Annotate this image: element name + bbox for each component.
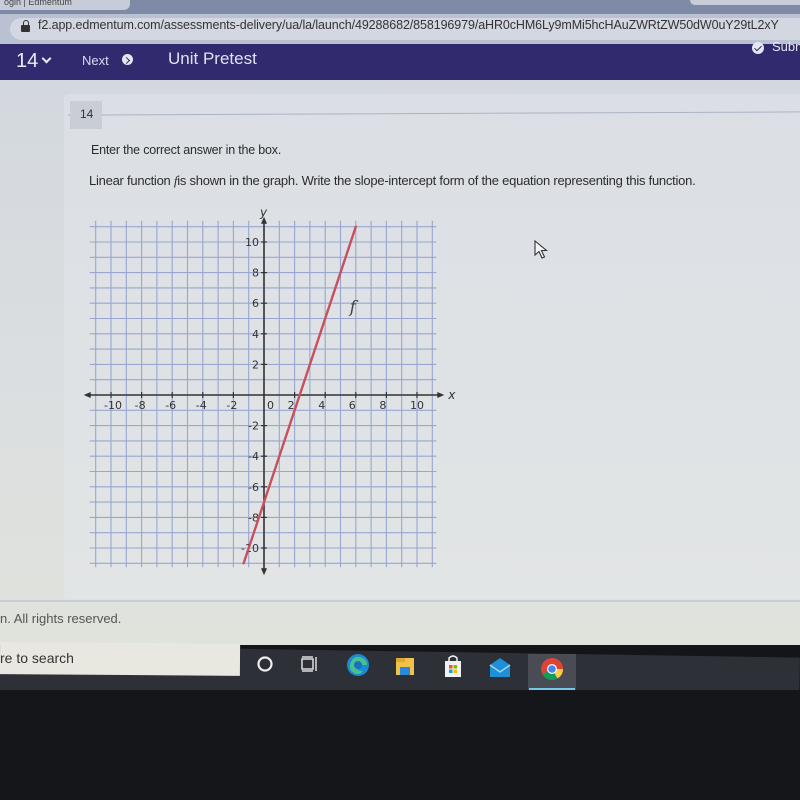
function-label: f <box>348 297 359 317</box>
edge-browser-icon[interactable] <box>345 652 371 678</box>
axes: xy <box>83 208 456 576</box>
submit-button[interactable]: Submit <box>772 39 800 54</box>
y-tick-label: -2 <box>248 420 259 433</box>
x-tick-label: -10 <box>104 399 122 412</box>
y-tick-label: 2 <box>252 358 259 371</box>
lock-icon[interactable] <box>21 20 30 32</box>
instruction-text: Enter the correct answer in the box. <box>91 143 282 157</box>
microsoft-store-icon[interactable] <box>440 653 466 679</box>
y-tick-label: 10 <box>245 236 259 249</box>
mouse-cursor-icon <box>534 240 549 259</box>
task-view-icon[interactable] <box>296 651 322 677</box>
mail-icon[interactable] <box>487 655 513 681</box>
assessment-header: 14 Next Unit Pretest <box>0 44 800 80</box>
next-button[interactable]: Next <box>82 53 109 68</box>
footer-divider <box>0 600 800 602</box>
y-axis-label: y <box>259 208 268 220</box>
x-tick-label: 4 <box>318 399 325 412</box>
browser-tab-right[interactable] <box>690 0 800 5</box>
url-text[interactable]: f2.app.edmentum.com/assessments-delivery… <box>38 18 779 32</box>
file-explorer-icon[interactable] <box>392 653 418 679</box>
page-title: Unit Pretest <box>168 49 257 68</box>
arrow-right-circle-icon[interactable] <box>122 54 133 65</box>
copyright-text: n. All rights reserved. <box>0 611 122 626</box>
x-tick-label: -4 <box>196 399 207 412</box>
question-badge: 14 <box>70 101 102 129</box>
x-axis-arrow-right <box>437 392 445 398</box>
x-tick-label: -8 <box>135 399 146 412</box>
y-axis-arrow-down <box>261 568 267 576</box>
chrome-icon[interactable] <box>539 656 565 682</box>
browser-toolbar: f2.app.edmentum.com/assessments-delivery… <box>0 14 800 44</box>
y-tick-label: 8 <box>252 267 259 280</box>
x-axis-label: x <box>447 388 456 402</box>
y-tick-label: 4 <box>252 328 259 341</box>
prompt-after: is shown in the graph. Write the slope-i… <box>177 173 696 188</box>
x-tick-label: 0 <box>267 399 274 412</box>
x-tick-label: 6 <box>349 399 356 412</box>
x-axis-arrow-left <box>83 392 91 398</box>
y-tick-label: 6 <box>252 297 259 310</box>
browser-tabstrip: ogin | Edmentum <box>0 0 800 14</box>
question-number-dropdown[interactable]: 14 <box>16 50 38 73</box>
x-tick-label: 10 <box>410 399 424 412</box>
x-tick-label: -2 <box>226 399 237 412</box>
coordinate-graph: xy -10 -8 -6 -4 -2 0 2 4 6 8 10-10-8-6-4-2246810 f <box>83 208 456 576</box>
chevron-down-icon[interactable] <box>41 53 52 64</box>
question-prompt: Linear function fis shown in the graph. … <box>89 173 696 189</box>
x-tick-label: -6 <box>165 399 176 412</box>
y-tick-label: -4 <box>248 450 259 463</box>
taskbar-search-placeholder[interactable]: re to search <box>0 650 74 666</box>
prompt-before: Linear function <box>89 173 174 188</box>
cortana-icon[interactable] <box>252 651 278 677</box>
browser-tab[interactable]: ogin | Edmentum <box>0 0 130 10</box>
y-tick-label: -6 <box>248 481 259 494</box>
screen: ogin | Edmentum f2.app.edmentum.com/asse… <box>0 0 800 800</box>
x-tick-label: 8 <box>379 399 386 412</box>
check-circle-icon[interactable] <box>752 42 764 54</box>
tab-label: ogin | Edmentum <box>4 0 72 7</box>
monitor-bezel <box>0 690 800 800</box>
